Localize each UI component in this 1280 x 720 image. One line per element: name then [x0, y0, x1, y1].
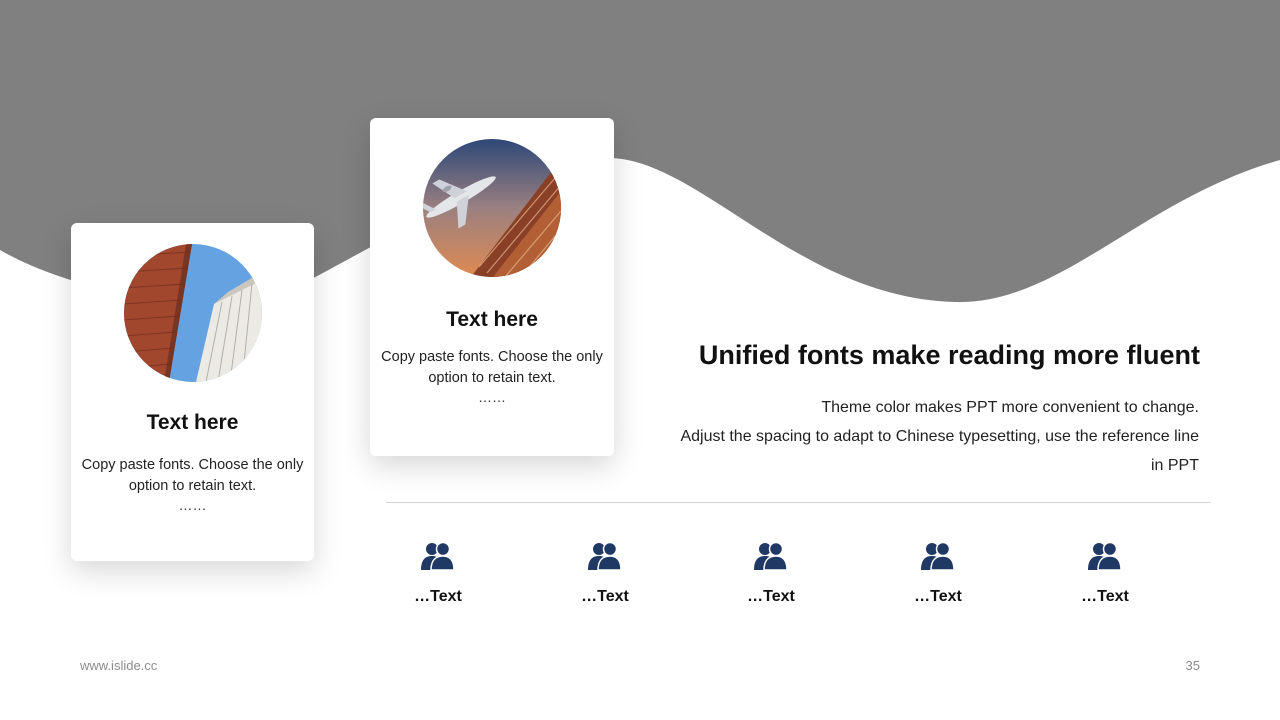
people-item-5: …Text — [1045, 541, 1165, 606]
card-ellipsis: …… — [178, 497, 207, 513]
people-item-2: …Text — [545, 541, 665, 606]
people-item-4: …Text — [878, 541, 998, 606]
slide: Text here Copy paste fonts. Choose the o… — [0, 0, 1280, 720]
users-icon — [421, 541, 455, 571]
card-description: Copy paste fonts. Choose the only option… — [378, 347, 606, 405]
main-heading: Unified fonts make reading more fluent — [698, 340, 1200, 370]
page-number: 35 — [1185, 658, 1200, 673]
users-icon — [588, 541, 622, 571]
card-description: Copy paste fonts. Choose the only option… — [79, 455, 306, 513]
airplane-building-photo — [423, 139, 561, 277]
people-label: …Text — [581, 588, 629, 605]
users-icon — [1088, 541, 1122, 571]
people-label: …Text — [914, 588, 962, 605]
people-label: …Text — [414, 588, 462, 605]
users-icon — [754, 541, 788, 571]
skyscrapers-photo — [124, 244, 262, 382]
people-item-3: …Text — [711, 541, 831, 606]
card-text: Copy paste fonts. Choose the only option… — [81, 457, 304, 494]
people-label: …Text — [1081, 588, 1129, 605]
users-icon — [921, 541, 955, 571]
description-line-2: Adjust the spacing to adapt to Chinese t… — [680, 428, 1199, 474]
feature-card-2: Text here Copy paste fonts. Choose the o… — [370, 118, 614, 456]
card-ellipsis: …… — [478, 389, 506, 405]
main-description: Theme color makes PPT more convenient to… — [679, 393, 1199, 480]
footer-url: www.islide.cc — [80, 658, 158, 673]
people-item-1: …Text — [378, 541, 498, 606]
description-line-1: Theme color makes PPT more convenient to… — [821, 399, 1199, 416]
divider — [386, 502, 1211, 503]
card-text: Copy paste fonts. Choose the only option… — [381, 349, 603, 386]
card-title: Text here — [146, 411, 239, 434]
feature-card-1: Text here Copy paste fonts. Choose the o… — [71, 223, 314, 561]
people-label: …Text — [747, 588, 795, 605]
card-title: Text here — [446, 308, 538, 331]
